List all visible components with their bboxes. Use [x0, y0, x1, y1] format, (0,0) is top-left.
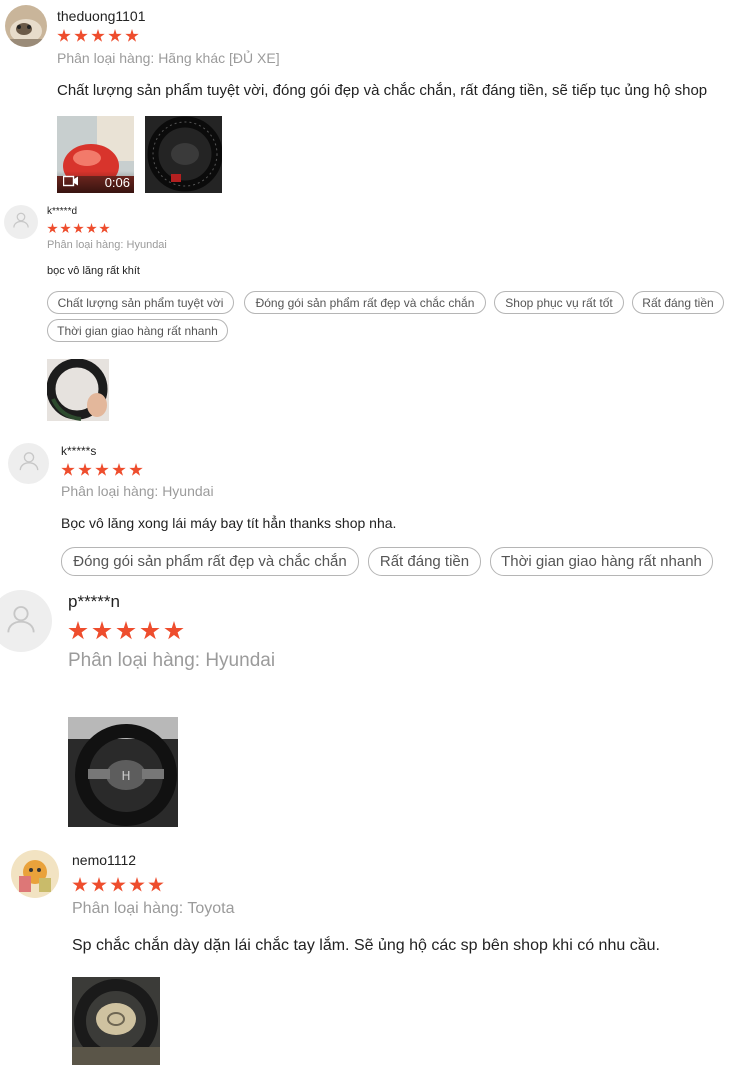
star-icon	[78, 463, 92, 476]
star-icon	[91, 877, 107, 892]
star-icon	[74, 29, 88, 42]
star-icon	[108, 29, 122, 42]
star-icon	[86, 223, 97, 234]
star-rating	[61, 463, 143, 477]
star-rating	[72, 877, 164, 893]
review-video-thumbnail[interactable]: 0:06	[57, 116, 134, 193]
star-icon	[99, 223, 110, 234]
review-tag: Đóng gói sản phẩm rất đẹp và chắc chắn	[244, 291, 486, 314]
username: k*****d	[47, 206, 78, 217]
star-icon	[112, 463, 126, 476]
star-rating	[57, 29, 139, 43]
star-icon	[129, 463, 143, 476]
user-silhouette-icon	[18, 450, 40, 477]
star-icon	[148, 877, 164, 892]
video-duration: 0:06	[104, 174, 130, 190]
star-icon	[68, 621, 88, 640]
star-icon	[61, 463, 75, 476]
star-icon	[91, 29, 105, 42]
star-icon	[129, 877, 145, 892]
review-photo[interactable]	[145, 116, 222, 193]
review-tag: Shop phục vụ rất tốt	[494, 291, 624, 314]
review-tag: Thời gian giao hàng rất nhanh	[47, 319, 228, 342]
avatar[interactable]	[8, 443, 49, 484]
review-tag: Chất lượng sản phẩm tuyệt vời	[47, 291, 234, 314]
star-icon	[164, 621, 184, 640]
star-icon	[125, 29, 139, 42]
review-photo[interactable]: H	[68, 717, 178, 827]
star-icon	[72, 877, 88, 892]
username: theduong1101	[57, 8, 146, 24]
star-icon	[92, 621, 112, 640]
review-comment: Sp chắc chắn dày dặn lái chắc tay lắm. S…	[72, 937, 660, 954]
avatar[interactable]	[4, 205, 38, 239]
review-tag: Rất đáng tiền	[632, 291, 724, 314]
review-comment: bọc vô lăng rất khít	[47, 265, 140, 277]
variant-label: Phân loại hàng: Toyota	[72, 900, 235, 917]
review-photo[interactable]	[47, 359, 109, 421]
review-tag: Rất đáng tiền	[368, 547, 481, 576]
review-comment: Bọc vô lăng xong lái máy bay tít hẳn tha…	[61, 515, 397, 531]
star-icon	[110, 877, 126, 892]
user-silhouette-icon	[5, 603, 37, 640]
variant-label: Phân loại hàng: Hyundai	[47, 239, 167, 251]
variant-label: Phân loại hàng: Hyundai	[68, 650, 276, 671]
star-rating	[47, 223, 110, 234]
review-comment: Chất lượng sản phẩm tuyệt vời, đóng gói …	[57, 82, 708, 99]
avatar[interactable]	[5, 5, 47, 47]
star-icon	[73, 223, 84, 234]
star-rating	[68, 621, 184, 641]
star-icon	[140, 621, 160, 640]
username: nemo1112	[72, 852, 137, 868]
star-icon	[60, 223, 71, 234]
svg-text:H: H	[121, 769, 130, 783]
username: k*****s	[61, 444, 97, 458]
video-camera-icon	[62, 175, 79, 190]
avatar[interactable]	[11, 850, 59, 898]
review-tag: Thời gian giao hàng rất nhanh	[490, 547, 713, 576]
star-icon	[95, 463, 109, 476]
star-icon	[47, 223, 58, 234]
review-tag: Đóng gói sản phẩm rất đẹp và chắc chắn	[61, 547, 359, 576]
star-icon	[116, 621, 136, 640]
avatar[interactable]	[0, 590, 52, 652]
review-photo[interactable]	[72, 977, 160, 1065]
star-icon	[57, 29, 71, 42]
user-silhouette-icon	[12, 211, 30, 234]
username: p*****n	[68, 592, 120, 611]
variant-label: Phân loại hàng: Hyundai	[61, 483, 214, 499]
variant-label: Phân loại hàng: Hãng khác [ĐỦ XE]	[57, 50, 280, 66]
